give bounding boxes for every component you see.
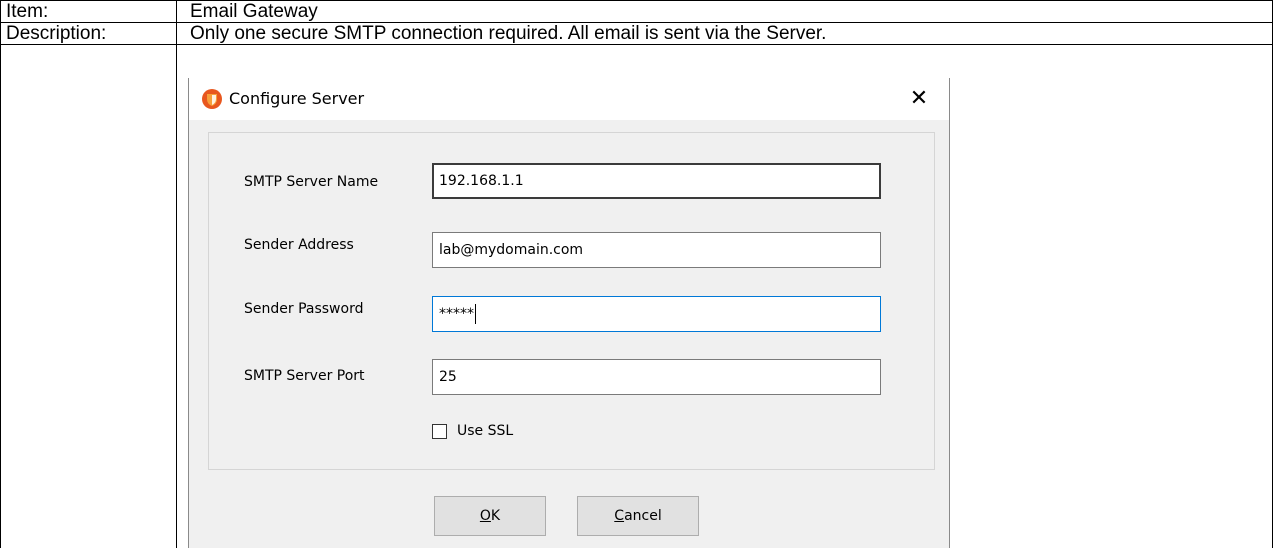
- dialog-title: Configure Server: [229, 89, 365, 108]
- description-value: Only one secure SMTP connection required…: [190, 23, 827, 44]
- configure-server-dialog: Configure Server ✕ SMTP Server Name 192.…: [188, 78, 950, 548]
- use-ssl-checkbox[interactable]: [432, 424, 447, 439]
- sender-password-value: *****: [439, 306, 474, 322]
- sender-password-input[interactable]: *****: [432, 296, 881, 332]
- description-label: Description:: [6, 23, 107, 44]
- cancel-mnemonic: C: [614, 508, 625, 524]
- orange-shield-icon: [202, 89, 222, 109]
- item-label: Item:: [6, 1, 49, 22]
- cancel-button[interactable]: Cancel: [577, 496, 699, 536]
- smtp-server-port-input[interactable]: 25: [432, 359, 881, 395]
- smtp-server-name-input[interactable]: 192.168.1.1: [432, 163, 881, 199]
- ok-mnemonic: O: [479, 508, 491, 524]
- sender-password-label: Sender Password: [244, 301, 364, 317]
- text-caret: [475, 304, 476, 324]
- table-left-border: [0, 0, 1, 548]
- ok-label-rest: K: [490, 508, 501, 524]
- close-icon[interactable]: ✕: [901, 82, 937, 116]
- ok-button[interactable]: OK: [434, 496, 546, 536]
- cancel-label-rest: ancel: [624, 508, 662, 524]
- dialog-titlebar[interactable]: Configure Server ✕: [189, 78, 949, 120]
- sender-address-label: Sender Address: [244, 237, 354, 253]
- use-ssl-label[interactable]: Use SSL: [457, 422, 513, 440]
- smtp-server-name-label: SMTP Server Name: [244, 174, 379, 190]
- item-value: Email Gateway: [190, 1, 318, 22]
- smtp-server-port-label: SMTP Server Port: [244, 368, 365, 384]
- sender-address-input[interactable]: lab@mydomain.com: [432, 232, 881, 268]
- table-column-divider: [176, 0, 177, 548]
